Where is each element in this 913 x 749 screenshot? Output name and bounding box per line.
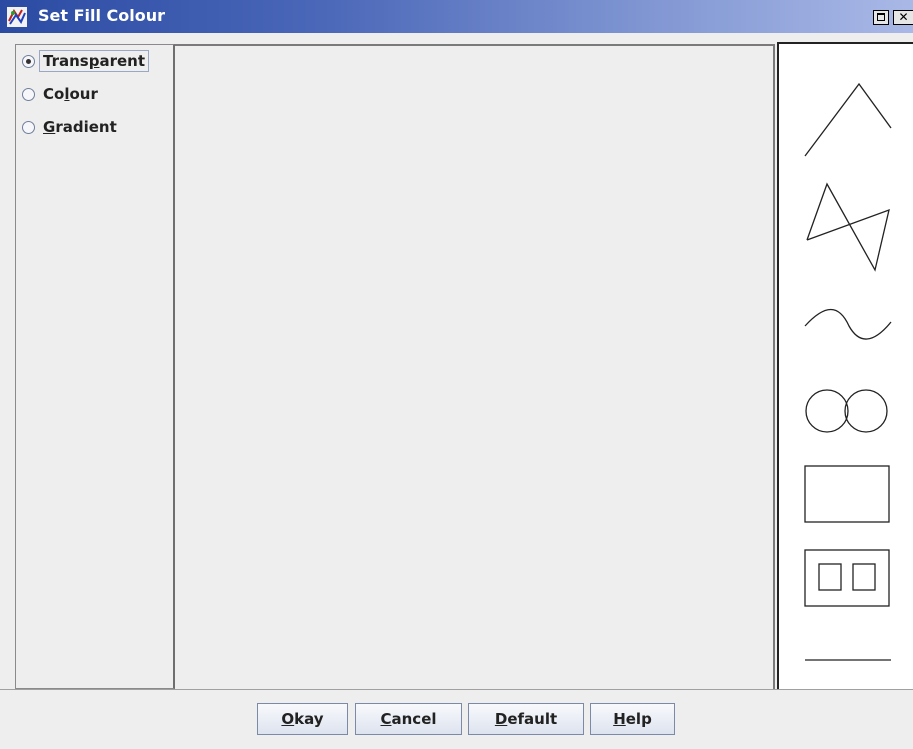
angle-icon [804,82,892,157]
cancel-button[interactable]: Cancel [355,703,462,735]
line-icon [805,659,891,661]
close-button[interactable]: ✕ [893,10,913,25]
close-icon: ✕ [898,10,909,24]
title-bar[interactable]: Set Fill Colour ✕ [0,0,913,33]
wave-icon [804,309,892,340]
rectangle-icon [804,465,890,523]
double-square-icon [804,549,890,607]
option-label: Gradient [43,118,117,136]
help-button[interactable]: Help [590,703,675,735]
option-label: Colour [43,85,98,103]
option-gradient[interactable]: Gradient [22,116,119,138]
zigzag-icon [806,182,890,272]
shape-preview-panel [777,42,913,689]
radio-transparent[interactable] [22,54,35,68]
default-button[interactable]: Default [468,703,584,735]
option-colour[interactable]: Colour [22,83,100,105]
radio-colour[interactable] [22,87,35,101]
maximize-icon [877,13,885,21]
okay-button[interactable]: Okay [257,703,348,735]
maximize-button[interactable] [873,10,889,25]
dialog-button-bar: Okay Cancel Default Help [0,689,913,749]
app-icon [7,7,27,27]
set-fill-colour-dialog: Set Fill Colour ✕ Transparent Colour Gra… [0,0,913,749]
fill-settings-panel [175,44,775,689]
window-title: Set Fill Colour [38,6,166,25]
option-transparent[interactable]: Transparent [22,50,150,72]
radio-gradient[interactable] [22,120,35,134]
double-circle-icon [805,389,888,433]
fill-type-options: Transparent Colour Gradient [15,44,175,689]
option-label: Transparent [38,50,150,72]
